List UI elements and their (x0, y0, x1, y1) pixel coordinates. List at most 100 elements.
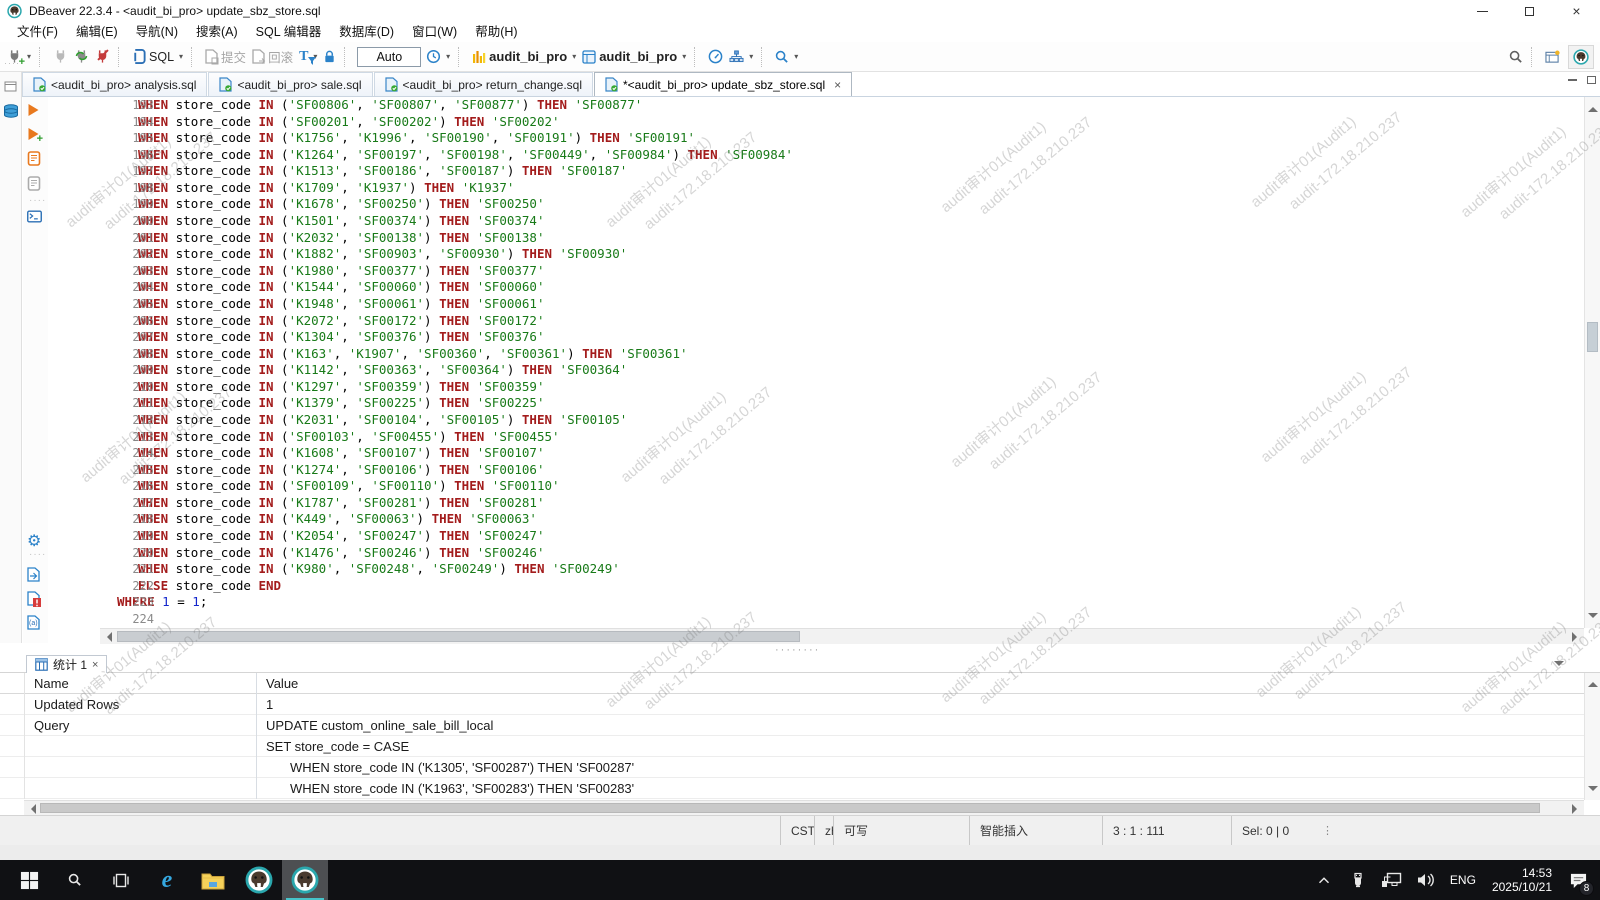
results-horizontal-scrollbar[interactable] (24, 800, 1584, 815)
menu-item[interactable]: SQL 编辑器 (247, 22, 331, 42)
task-view-button[interactable] (98, 860, 144, 900)
dbeaver-running-button[interactable] (282, 860, 328, 900)
close-button[interactable]: × (1553, 0, 1600, 22)
rollback-button[interactable]: 回滚 (249, 45, 296, 68)
code-line: 216WHEN store_code IN ('SF00109', 'SF001… (110, 478, 1584, 495)
maximize-button[interactable] (1506, 0, 1553, 22)
error-log-icon[interactable] (27, 591, 40, 606)
windows-logo-icon (20, 871, 39, 890)
menu-item[interactable]: 数据库(D) (330, 22, 403, 42)
transaction-log-button[interactable]: ▾ (423, 47, 453, 66)
restore-panel-icon[interactable] (4, 80, 17, 92)
line-number: 195 (110, 130, 154, 147)
schema-combo[interactable]: audit_bi_pro▾ (579, 47, 689, 66)
database-navigator-icon[interactable] (3, 104, 19, 119)
results-vertical-scrollbar[interactable] (1584, 673, 1600, 800)
menu-item[interactable]: 编辑(E) (67, 22, 127, 42)
database-combo[interactable]: audit_bi_pro▾ (469, 47, 579, 66)
statistics-table[interactable]: NameValueUpdated Rows1QueryUPDATE custom… (0, 673, 1584, 800)
menu-item[interactable]: 导航(N) (127, 22, 187, 42)
collapsed-navigator-strip: ···· (0, 72, 22, 643)
sql-code-editor[interactable]: 193WHEN store_code IN ('SF00806', 'SF008… (48, 97, 1584, 628)
minimize-editor-icon[interactable] (1568, 79, 1577, 81)
settings-gear-icon[interactable]: ⚙ (27, 531, 41, 551)
line-number: 215 (110, 462, 154, 479)
table-row[interactable]: WHEN store_code IN ('K1963', 'SF00283') … (0, 778, 1584, 799)
start-button[interactable] (6, 860, 52, 900)
column-header-name[interactable]: Name (24, 673, 256, 694)
editor-tab[interactable]: *<audit_bi_pro> update_sbz_store.sql× (594, 72, 852, 96)
status-bar: CSTzh可写智能插入3 : 1 : 111Sel: 0 | 0⋮ (0, 815, 1600, 845)
menu-item[interactable]: 搜索(A) (187, 22, 247, 42)
editor-horizontal-scrollbar[interactable] (100, 628, 1584, 644)
explain-plan-icon[interactable] (27, 176, 41, 191)
lock-button[interactable] (320, 48, 339, 66)
action-center-button[interactable]: 8 (1564, 860, 1592, 900)
project-button[interactable]: ▾ (726, 48, 756, 66)
menu-item[interactable]: 帮助(H) (466, 22, 526, 42)
taskbar-clock[interactable]: 14:53 2025/10/21 (1486, 866, 1558, 894)
code-line: 224 (110, 611, 1584, 628)
statistics-tab[interactable]: 统计 1 × (26, 655, 107, 673)
network-tray-button[interactable] (1378, 860, 1406, 900)
transaction-filter-button[interactable]: T▾ (296, 47, 320, 67)
db-search-button[interactable]: ▾ (772, 48, 801, 66)
dbeaver-pinned-button[interactable] (236, 860, 282, 900)
file-explorer-button[interactable] (190, 860, 236, 900)
network-icon (1381, 872, 1402, 888)
editor-vertical-scrollbar[interactable] (1584, 97, 1600, 628)
minimize-button[interactable] (1459, 0, 1506, 22)
reconnect-button[interactable] (71, 47, 92, 66)
code-line: 195WHEN store_code IN ('K1756', 'K1996',… (110, 130, 1584, 147)
scrollbar-thumb[interactable] (117, 631, 800, 642)
commit-button[interactable]: 提交 (202, 45, 249, 68)
bars-icon (472, 50, 486, 64)
perspective-icon (1545, 50, 1560, 64)
table-row[interactable]: SET store_code = CASE (0, 736, 1584, 757)
editor-tab[interactable]: <audit_bi_pro> analysis.sql (22, 72, 207, 96)
sql-console-icon[interactable] (27, 210, 42, 223)
execute-statement-icon[interactable] (27, 103, 40, 117)
open-perspective-button[interactable] (1542, 48, 1563, 66)
tray-chevron-button[interactable] (1310, 860, 1338, 900)
sql-editor-button[interactable]: SQL▾ (129, 47, 186, 66)
column-header-value[interactable]: Value (256, 673, 1584, 694)
execute-script-icon[interactable] (27, 151, 41, 166)
volume-tray-button[interactable] (1412, 860, 1440, 900)
editor-tab[interactable]: <audit_bi_pro> sale.sql (208, 72, 372, 96)
clock-date: 2025/10/21 (1492, 880, 1552, 894)
usb-tray-button[interactable] (1344, 860, 1372, 900)
maximize-editor-icon[interactable] (1587, 76, 1596, 84)
view-menu-icon[interactable] (1554, 661, 1564, 671)
code-line: 194WHEN store_code IN ('SF00201', 'SF002… (110, 114, 1584, 131)
dashboard-button[interactable] (705, 47, 726, 66)
menu-item[interactable]: 文件(F) (8, 22, 67, 42)
quick-search-button[interactable] (1506, 48, 1526, 66)
table-row[interactable]: QueryUPDATE custom_online_sale_bill_loca… (0, 715, 1584, 736)
lock-icon (323, 50, 336, 64)
status-segment: 智能插入 (969, 816, 1102, 846)
table-row[interactable]: WHEN store_code IN ('K1305', 'SF00287') … (0, 757, 1584, 778)
scrollbar-thumb[interactable] (40, 803, 1540, 813)
close-tab-icon[interactable]: × (92, 659, 98, 671)
autocommit-selector[interactable]: Auto (357, 47, 421, 67)
export-result-icon[interactable] (27, 567, 40, 582)
code-line: 214WHEN store_code IN ('K1608', 'SF00107… (110, 445, 1584, 462)
table-row[interactable]: Updated Rows1 (0, 694, 1584, 715)
taskbar-search-button[interactable] (52, 860, 98, 900)
close-tab-icon[interactable]: × (834, 78, 841, 92)
output-log-icon[interactable]: (a) (27, 615, 40, 630)
execute-new-tab-icon[interactable]: + (27, 127, 40, 141)
editor-tab[interactable]: <audit_bi_pro> return_change.sql (374, 72, 593, 96)
scrollbar-thumb[interactable] (1587, 322, 1598, 352)
code-area[interactable]: 193WHEN store_code IN ('SF00806', 'SF008… (110, 97, 1584, 628)
status-overflow-icon[interactable]: ⋮ (1322, 824, 1333, 837)
dbeaver-perspective-button[interactable] (1568, 45, 1594, 69)
panel-sash[interactable]: ········ (0, 644, 1600, 655)
menu-item[interactable]: 窗口(W) (403, 22, 466, 42)
internet-explorer-button[interactable]: e (144, 860, 190, 900)
code-line: 205WHEN store_code IN ('K1948', 'SF00061… (110, 296, 1584, 313)
connect-button[interactable] (50, 47, 71, 66)
language-indicator[interactable]: ENG (1446, 873, 1480, 887)
disconnect-button[interactable] (92, 47, 113, 66)
